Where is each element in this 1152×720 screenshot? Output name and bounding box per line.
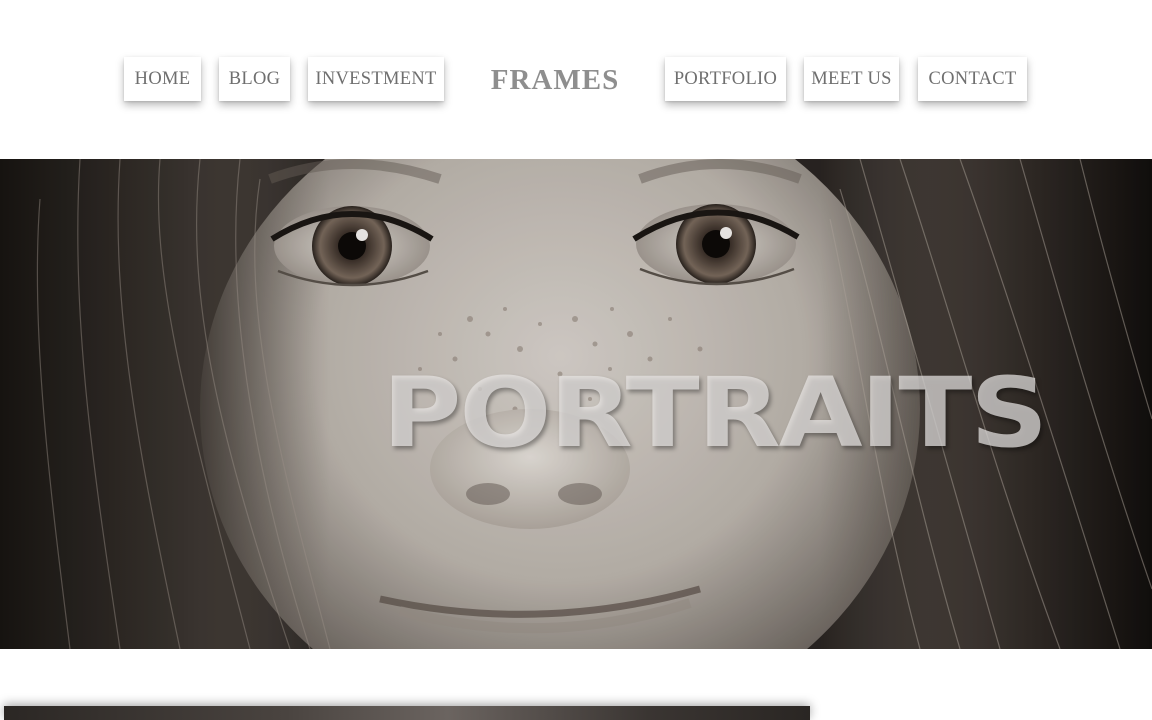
- nav-blog-button[interactable]: BLOG: [219, 57, 290, 101]
- nav-portfolio-button[interactable]: PORTFOLIO: [665, 57, 786, 101]
- page: HOME BLOG INVESTMENT FRAMES PORTFOLIO ME…: [0, 0, 1152, 720]
- gallery-preview-image[interactable]: [4, 706, 810, 720]
- hero-title: PORTRAITS: [382, 357, 1048, 469]
- nav-investment-button[interactable]: INVESTMENT: [308, 57, 444, 101]
- nav-home-button[interactable]: HOME: [124, 57, 201, 101]
- hero-banner: PORTRAITS: [0, 159, 1152, 649]
- site-logo[interactable]: FRAMES: [478, 60, 632, 100]
- main-navigation: HOME BLOG INVESTMENT FRAMES PORTFOLIO ME…: [0, 0, 1152, 160]
- nav-contact-button[interactable]: CONTACT: [918, 57, 1027, 101]
- nav-meet-us-button[interactable]: MEET US: [804, 57, 899, 101]
